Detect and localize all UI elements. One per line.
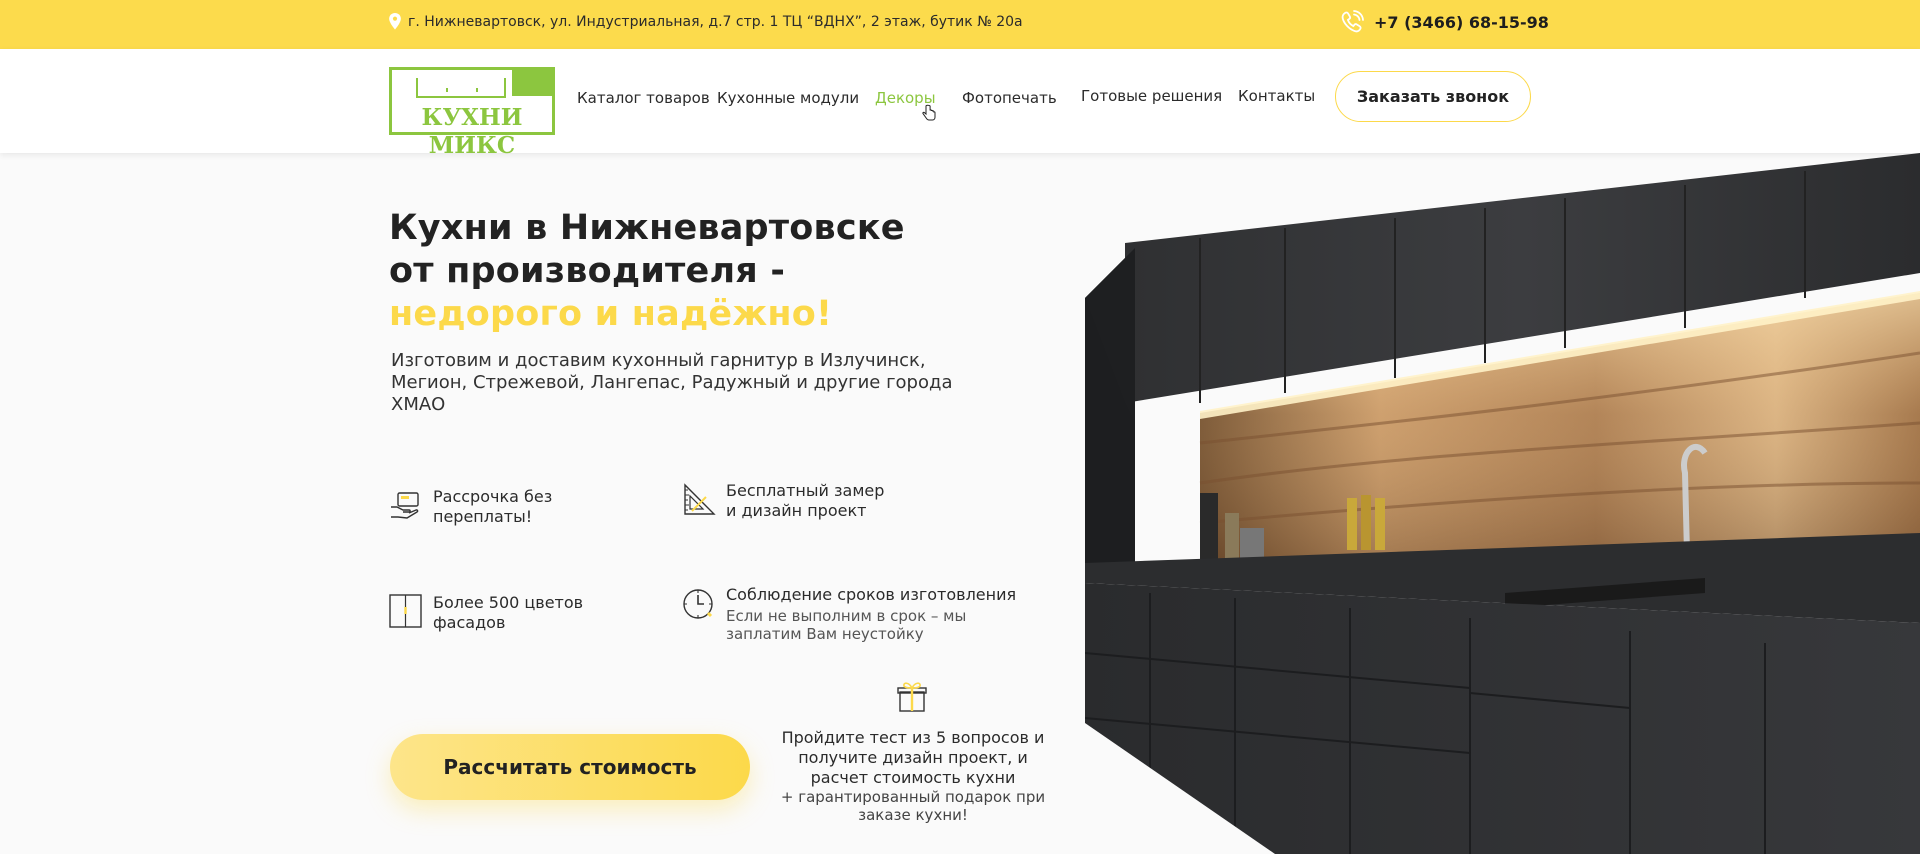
address-text: г. Нижневартовск, ул. Индустриальная, д.… [408, 13, 1023, 30]
logo-text: КУХНИ МИКС [421, 104, 523, 159]
feature-installment: Рассрочка без переплаты! [389, 487, 552, 527]
facade-door-icon [389, 594, 422, 628]
phone-number[interactable]: +7 (3466) 68-15-98 [1374, 13, 1549, 32]
order-call-button[interactable]: Заказать звонок [1335, 71, 1531, 122]
nav-item-ready-solutions[interactable]: Готовые решения [1081, 87, 1222, 105]
kitchen-photo [1085, 153, 1920, 854]
installment-hand-icon [391, 492, 419, 519]
feature-deadlines-note: Если не выполним в срок – мы заплатим Ва… [726, 607, 967, 643]
logo-green-block [512, 70, 552, 96]
nav-item-photoprint[interactable]: Фотопечать [962, 89, 1057, 107]
phone[interactable]: +7 (3466) 68-15-98 [1338, 8, 1549, 36]
feature-installment-text: Рассрочка без переплаты! [433, 487, 553, 526]
title-line-1: Кухни в Нижневартовске [389, 208, 905, 248]
clock-icon [683, 589, 713, 619]
ruler-triangle-icon [684, 483, 716, 515]
feature-colors-text: Более 500 цветов фасадов [433, 593, 584, 632]
feature-deadlines: Соблюдение сроков изготовления Если не в… [682, 585, 1016, 643]
logo[interactable]: КУХНИ МИКС [389, 67, 555, 159]
feature-deadlines-text: Соблюдение сроков изготовления Если не в… [726, 585, 1017, 643]
hand-cursor-icon [922, 104, 936, 121]
nav-item-contacts[interactable]: Контакты [1238, 87, 1315, 105]
phone-icon [1341, 10, 1364, 33]
quiz-note: + гарантированный подарок при заказе кух… [780, 788, 1046, 824]
hero-subtitle: Изготовим и доставим кухонный гарнитур в… [391, 350, 953, 415]
gift-icon [897, 682, 927, 712]
page-title: Кухни в Нижневартовске от производителя … [389, 207, 905, 336]
location-pin-icon [389, 13, 401, 30]
feature-colors: Более 500 цветов фасадов [389, 593, 583, 633]
feature-free-measure-text: Бесплатный замер и дизайн проект [726, 481, 885, 520]
top-bar: г. Нижневартовск, ул. Индустриальная, д.… [0, 0, 1920, 49]
nav-item-catalog[interactable]: Каталог товаров [577, 89, 710, 107]
title-accent: недорого и надёжно! [389, 294, 833, 334]
quiz-text: Пройдите тест из 5 вопросов и получите д… [781, 728, 1045, 787]
feature-free-measure: Бесплатный замер и дизайн проект [682, 481, 884, 521]
calculate-cost-button[interactable]: Рассчитать стоимость [390, 734, 750, 800]
nav-item-kitchen-modules[interactable]: Кухонные модули [717, 89, 859, 107]
logo-shelf-graphic [416, 78, 506, 98]
title-line-2: от производителя - [389, 251, 786, 291]
quiz-block: Пройдите тест из 5 вопросов и получите д… [778, 728, 1048, 824]
address: г. Нижневартовск, ул. Индустриальная, д.… [388, 13, 1023, 30]
main-header: КУХНИ МИКС Каталог товаров Кухонные моду… [0, 49, 1920, 159]
